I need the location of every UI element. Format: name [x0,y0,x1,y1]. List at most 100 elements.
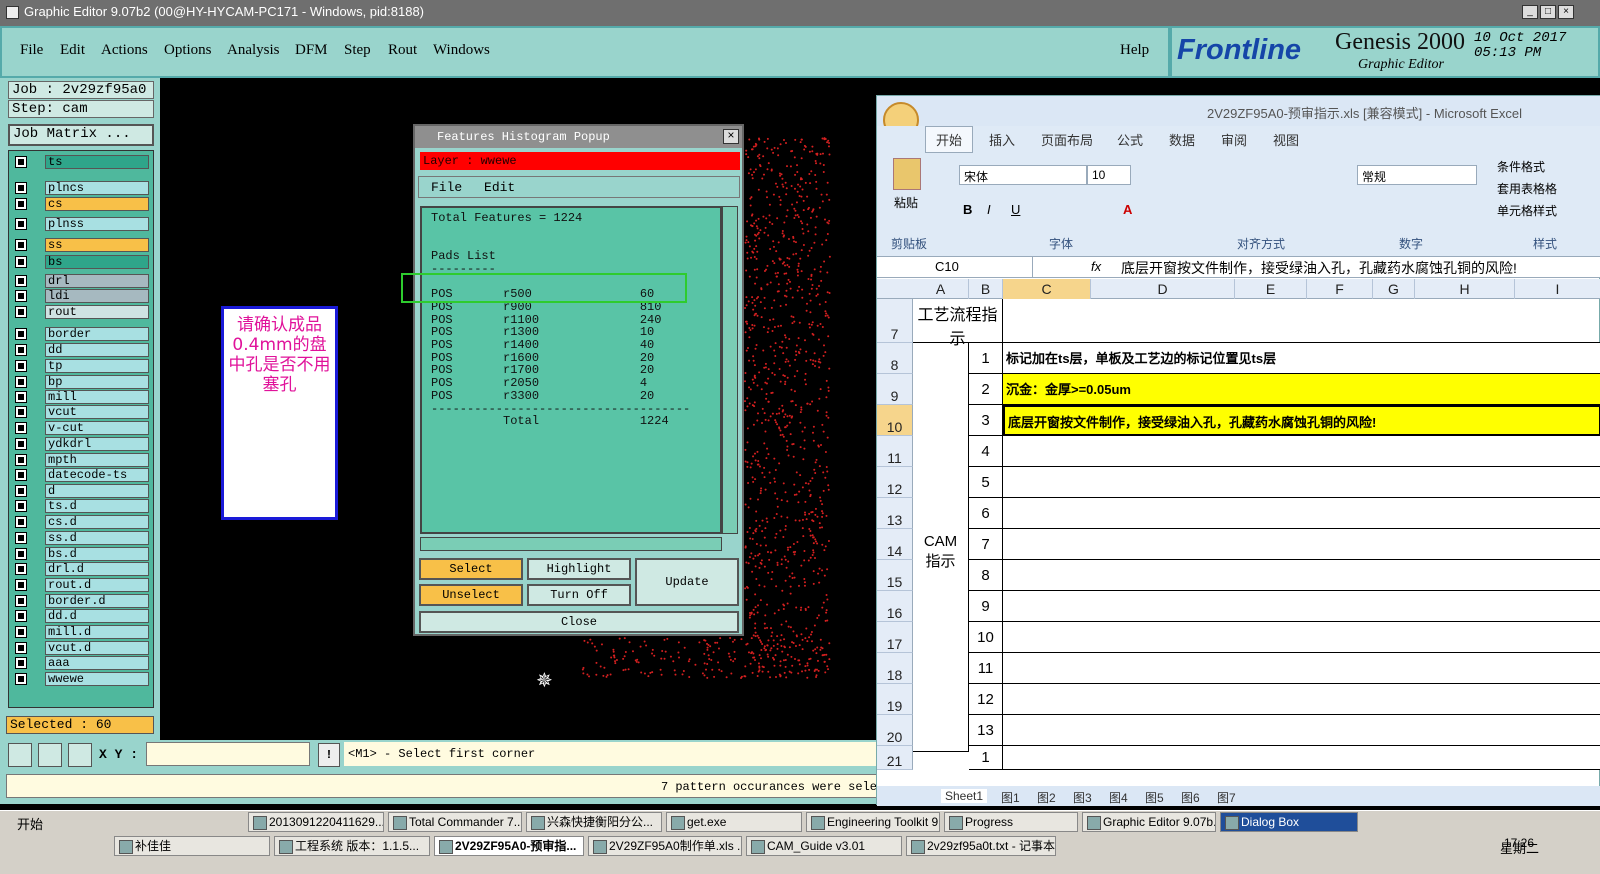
layer-checkbox[interactable] [15,391,27,403]
layer-checkbox[interactable] [15,657,27,669]
layer-checkbox[interactable] [15,626,27,638]
update-button[interactable]: Update [635,558,739,606]
task-button[interactable]: Total Commander 7.... [388,812,522,832]
row-header[interactable]: 8 [877,343,913,374]
menu-rout[interactable]: Rout [388,42,417,59]
layer-name[interactable]: plncs [45,181,149,195]
tab-formulas[interactable]: 公式 [1117,130,1143,149]
menu-file[interactable]: File [20,42,43,59]
font-size-select[interactable]: 10 [1087,165,1131,185]
paste-icon[interactable] [893,158,921,190]
item-text[interactable] [1003,622,1600,653]
row-header[interactable]: 12 [877,467,913,498]
layer-row[interactable]: ts.d [13,499,151,513]
layer-name[interactable]: rout [45,305,149,319]
task-button[interactable]: Progress [944,812,1078,832]
sheet-tab[interactable]: 图4 [1109,789,1128,806]
layer-name[interactable]: cs.d [45,515,149,529]
select-button[interactable]: Select [419,558,523,580]
layer-row[interactable]: v-cut [13,421,151,435]
layer-row[interactable]: aaa [13,656,151,670]
item-text[interactable] [1003,715,1600,746]
item-number[interactable]: 10 [969,622,1003,653]
row-header[interactable]: 18 [877,653,913,684]
layer-name[interactable]: drl.d [45,562,149,576]
row-header[interactable]: 9 [877,374,913,405]
sheet-tab[interactable]: 图6 [1181,789,1200,806]
layer-row[interactable]: mill [13,390,151,404]
layer-checkbox[interactable] [15,218,27,230]
item-number[interactable]: 2 [969,374,1003,405]
layer-name[interactable]: mill.d [45,625,149,639]
item-text[interactable] [1003,467,1600,498]
layer-row[interactable]: dd [13,343,151,357]
column-header[interactable]: F [1307,279,1373,299]
item-text[interactable] [1003,498,1600,529]
layer-name[interactable]: ts.d [45,499,149,513]
layer-checkbox[interactable] [15,156,27,168]
layer-checkbox[interactable] [15,422,27,434]
menu-analysis[interactable]: Analysis [227,42,280,59]
menu-step[interactable]: Step [344,42,371,59]
layer-name[interactable]: mill [45,390,149,404]
item-number[interactable]: 13 [969,715,1003,746]
item-number[interactable]: 8 [969,560,1003,591]
item-text[interactable]: 标记加在ts层，单板及工艺边的标记位置见ts层 [1003,343,1600,374]
item-text[interactable] [1003,529,1600,560]
item-number[interactable]: 1 [969,343,1003,374]
layer-row[interactable]: cs.d [13,515,151,529]
layer-checkbox[interactable] [15,532,27,544]
turn-off-button[interactable]: Turn Off [527,584,631,606]
popup-menu-file[interactable]: File [431,180,462,195]
layer-checkbox[interactable] [15,469,27,481]
layer-name[interactable]: drl [45,274,149,288]
layer-checkbox[interactable] [15,548,27,560]
cam-cell[interactable]: CAM指示 [913,343,969,752]
highlight-button[interactable]: Highlight [527,558,631,580]
task-button[interactable]: 2V29ZF95A0制作单.xls ... [588,836,742,856]
item-text[interactable] [1003,591,1600,622]
layer-checkbox[interactable] [15,182,27,194]
layer-name[interactable]: bs.d [45,547,149,561]
layer-name[interactable]: dd.d [45,609,149,623]
start-button[interactable]: 开始 [3,814,43,833]
layer-name[interactable]: cs [45,197,149,211]
task-button[interactable]: Dialog Box [1220,812,1358,832]
task-button[interactable]: CAM_Guide v3.01 [746,836,902,856]
grid-icon[interactable] [68,743,92,767]
layer-row[interactable]: border.d [13,594,151,608]
measure-icon[interactable] [38,743,62,767]
layer-checkbox[interactable] [15,454,27,466]
column-header[interactable]: A [913,279,969,299]
number-format-select[interactable]: 常规 [1357,165,1477,185]
column-header[interactable]: H [1415,279,1515,299]
layer-name[interactable]: mpth [45,453,149,467]
layer-name[interactable]: dd [45,343,149,357]
font-name-select[interactable]: 宋体 [959,165,1087,185]
info-icon[interactable]: ! [318,743,340,767]
layer-checkbox[interactable] [15,595,27,607]
close-popup-button[interactable]: Close [419,611,739,633]
layer-name[interactable]: bp [45,375,149,389]
layer-row[interactable]: plnss [13,217,151,231]
layer-name[interactable]: tp [45,359,149,373]
layer-checkbox[interactable] [15,376,27,388]
layer-row[interactable]: dd.d [13,609,151,623]
fx-icon[interactable]: fx [1091,259,1101,274]
conditional-format-button[interactable]: 条件格式 [1497,158,1545,175]
layer-row[interactable]: tp [13,359,151,373]
task-button[interactable]: 2v29zf95a0t.txt - 记事本 [906,836,1056,856]
layer-name[interactable]: ldi [45,289,149,303]
layer-row[interactable]: border [13,327,151,341]
item-number[interactable]: 5 [969,467,1003,498]
layer-name[interactable]: datecode-ts [45,468,149,482]
item-number[interactable]: 1 [969,746,1003,770]
layer-name[interactable]: rout.d [45,578,149,592]
layer-checkbox[interactable] [15,642,27,654]
tab-insert[interactable]: 插入 [989,130,1015,149]
layer-checkbox[interactable] [15,610,27,622]
layer-row[interactable]: vcut [13,405,151,419]
sheet-tab[interactable]: 图2 [1037,789,1056,806]
menu-options[interactable]: Options [164,42,212,59]
underline-icon[interactable]: U [1011,202,1020,217]
